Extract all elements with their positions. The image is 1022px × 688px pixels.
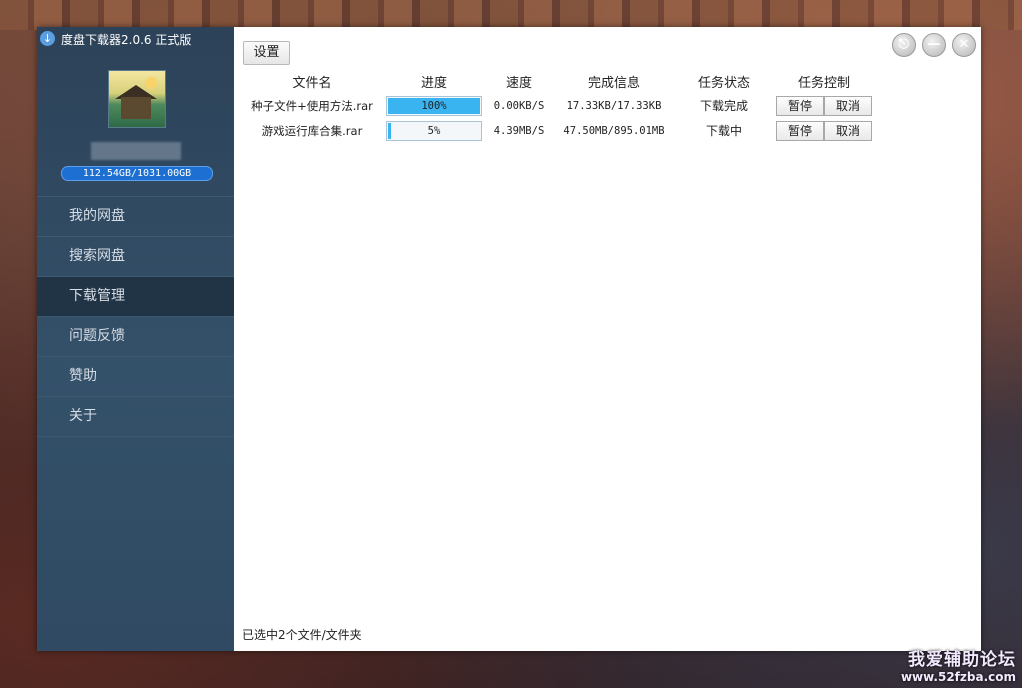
cancel-button[interactable]: 取消 bbox=[824, 120, 872, 141]
row-status: 下载中 bbox=[705, 124, 742, 138]
header-progress: 进度 bbox=[420, 75, 447, 91]
settings-button[interactable]: 设置 bbox=[243, 41, 290, 65]
watermark-line1: 我爱辅助论坛 bbox=[908, 650, 1016, 670]
row-speed: 0.00KB/S bbox=[493, 99, 545, 112]
row-controls: 暂停 取消 bbox=[774, 118, 874, 143]
sidebar: ↓ 度盘下载器2.0.6 正式版 112.54GB/1031.00GB 我的网盘… bbox=[37, 27, 234, 651]
window-controls: ⎋ — ✕ bbox=[891, 33, 976, 57]
sidebar-item-about[interactable]: 关于 bbox=[37, 396, 234, 437]
header-info: 完成信息 bbox=[587, 75, 640, 91]
header-control: 任务控制 bbox=[797, 75, 850, 91]
table-row[interactable]: 种子文件+使用方法.rar 100% 0.00KB/S 17.33KB/17.3… bbox=[240, 93, 874, 118]
quota-badge: 112.54GB/1031.00GB bbox=[61, 166, 213, 181]
logout-icon[interactable]: ⎋ bbox=[891, 33, 916, 57]
row-progress-cell: 100% bbox=[384, 93, 484, 118]
header-status: 任务状态 bbox=[697, 75, 750, 91]
row-info: 17.33KB/17.33KB bbox=[566, 99, 662, 112]
avatar-hut bbox=[121, 97, 151, 119]
sidebar-item-download-manager[interactable]: 下载管理 bbox=[37, 276, 234, 316]
close-icon[interactable]: ✕ bbox=[952, 33, 976, 57]
progress-bar: 5% bbox=[386, 120, 482, 141]
header-speed: 速度 bbox=[505, 75, 532, 91]
row-filename: 种子文件+使用方法.rar bbox=[251, 98, 373, 113]
progress-text: 100% bbox=[421, 99, 447, 112]
app-title-bar: ↓ 度盘下载器2.0.6 正式版 bbox=[37, 27, 234, 53]
download-arrow-icon: ↓ bbox=[40, 31, 55, 46]
table-header-row: 文件名 进度 速度 完成信息 任务状态 任务控制 bbox=[240, 69, 874, 93]
progress-bar: 100% bbox=[386, 95, 482, 116]
sidebar-nav: 我的网盘 搜索网盘 下载管理 问题反馈 赞助 关于 bbox=[37, 196, 234, 437]
avatar[interactable] bbox=[108, 70, 166, 128]
watermark: 我爱辅助论坛 www.52fzba.com bbox=[901, 645, 1016, 684]
app-title: 度盘下载器2.0.6 正式版 bbox=[61, 33, 192, 47]
row-controls: 暂停 取消 bbox=[774, 93, 874, 118]
sidebar-item-my-disk[interactable]: 我的网盘 bbox=[37, 196, 234, 236]
sidebar-item-search-disk[interactable]: 搜索网盘 bbox=[37, 236, 234, 276]
sidebar-item-sponsor[interactable]: 赞助 bbox=[37, 356, 234, 396]
progress-text: 5% bbox=[427, 124, 441, 137]
app-window: ↓ 度盘下载器2.0.6 正式版 112.54GB/1031.00GB 我的网盘… bbox=[37, 27, 981, 651]
pause-button[interactable]: 暂停 bbox=[776, 95, 824, 116]
row-status: 下载完成 bbox=[699, 99, 748, 113]
header-filename: 文件名 bbox=[292, 75, 332, 91]
table-row[interactable]: 游戏运行库合集.rar 5% 4.39MB/S 47.50MB/895.01MB… bbox=[240, 118, 874, 143]
status-bar-text: 已选中2个文件/文件夹 bbox=[242, 628, 362, 642]
download-task-table: 文件名 进度 速度 完成信息 任务状态 任务控制 种子文件+使用方法.rar 1… bbox=[240, 69, 874, 143]
sidebar-item-feedback[interactable]: 问题反馈 bbox=[37, 316, 234, 356]
row-progress-cell: 5% bbox=[384, 118, 484, 143]
pause-button[interactable]: 暂停 bbox=[776, 120, 824, 141]
main-panel: 设置 ⎋ — ✕ 文件名 进度 速度 完成信息 任务状态 任务控制 种子文件+使… bbox=[234, 27, 981, 651]
cancel-button[interactable]: 取消 bbox=[824, 95, 872, 116]
minimize-icon[interactable]: — bbox=[921, 33, 946, 57]
username-blurred bbox=[91, 142, 181, 160]
row-info: 47.50MB/895.01MB bbox=[563, 124, 665, 137]
watermark-line2: www.52fzba.com bbox=[900, 670, 1016, 684]
row-filename: 游戏运行库合集.rar bbox=[261, 123, 363, 138]
row-speed: 4.39MB/S bbox=[493, 124, 545, 137]
desktop-background bbox=[0, 0, 1022, 30]
